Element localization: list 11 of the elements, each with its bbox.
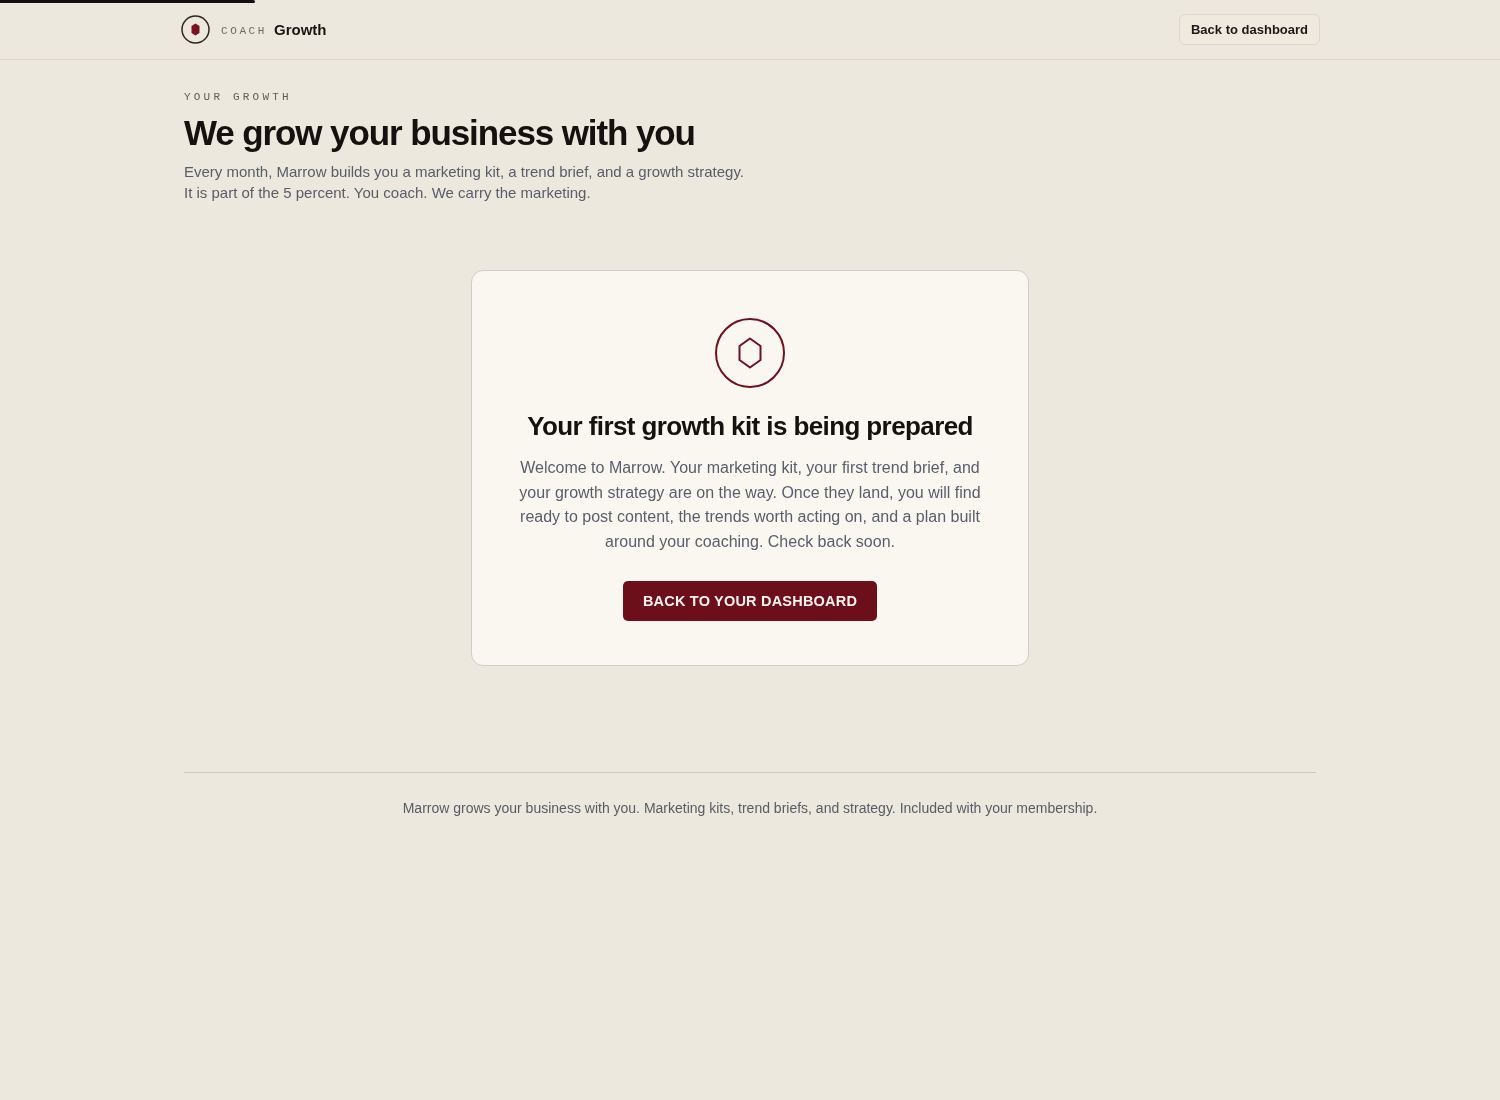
intro-paragraph: Every month, Marrow builds you a marketing kit, a trend brief, and a growth strategy. It is part of the 5 percent. You coach. We carry the marketing. [184,162,745,203]
brand-prefix: COACH [221,24,267,37]
back-to-your-dashboard-button[interactable]: BACK TO YOUR DASHBOARD [622,580,878,621]
footer-text: Marrow grows your business with you. Marketing kits, trend briefs, and strategy. Included with your membership. [402,798,1098,817]
hexagon-logo-icon [181,15,210,44]
page-title: We grow your business with you [184,113,696,153]
back-to-dashboard-button[interactable]: Back to dashboard [1178,14,1320,45]
card-title: Your first growth kit is being prepared [527,410,973,442]
section-eyebrow: YOUR GROWTH [184,90,293,104]
card-message: Welcome to Marrow. Your marketing kit, your first trend brief, and your growth strategy are on the way. Once they land, you will find ready to post content, the trends worth acting on, and a plan built around your coaching. Check back soon. [518,458,982,553]
brand-name: Growth [274,21,327,38]
